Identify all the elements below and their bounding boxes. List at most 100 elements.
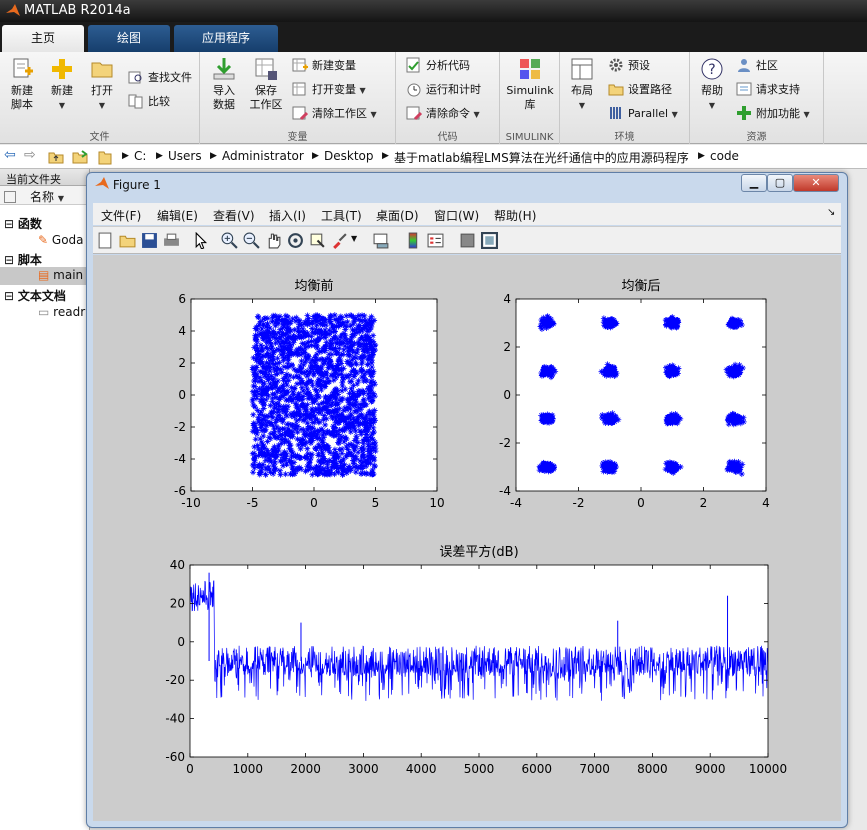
x-tick-label: -5 (247, 496, 259, 510)
tree-group-text-docs[interactable]: ⊟ 文本文档 (4, 287, 66, 304)
breadcrumb-item[interactable]: Desktop (324, 149, 374, 163)
menu-edit[interactable]: 编辑(E) (157, 207, 198, 224)
menu-tools[interactable]: 工具(T) (321, 207, 362, 224)
forward-arrow-icon[interactable]: ⇨ (24, 147, 36, 163)
y-tick-label: 40 (170, 558, 185, 572)
close-button[interactable]: ✕ (793, 174, 839, 192)
menu-file[interactable]: 文件(F) (101, 207, 141, 224)
maximize-button[interactable]: ▢ (767, 174, 793, 192)
address-bar: ⇦ ⇨ ▶ C: ▶ Users ▶ Administrator ▶ Deskt… (0, 145, 867, 169)
find-files-button[interactable]: 查找文件 (128, 68, 192, 88)
breadcrumb-separator: ▶ (122, 151, 129, 161)
colorbar-icon[interactable] (405, 232, 422, 249)
tab-plots[interactable]: 绘图 (88, 25, 170, 52)
new-script-icon (13, 58, 33, 78)
brush-icon[interactable] (331, 232, 348, 249)
axes-2: -4 -2 0 2 4 -4 -2 0 2 4 均衡后 (499, 279, 770, 510)
back-arrow-icon[interactable]: ⇦ (4, 147, 16, 163)
open-file-icon[interactable] (119, 232, 136, 249)
zoom-out-icon[interactable] (243, 232, 260, 249)
chart-title: 均衡后 (621, 279, 660, 294)
add-ons-button[interactable]: 附加功能 ▼ (736, 104, 810, 124)
name-column-header[interactable]: 名称 ▼ (0, 186, 89, 205)
zoom-in-icon[interactable] (221, 232, 238, 249)
community-button[interactable]: 社区 (736, 56, 778, 76)
save-workspace-button[interactable]: 保存 工作区 (246, 56, 286, 112)
breadcrumb-item[interactable]: 基于matlab编程LMS算法在光纤通信中的应用源码程序 (394, 149, 689, 166)
pointer-icon[interactable] (193, 232, 210, 249)
show-plot-tools-icon[interactable] (481, 232, 498, 249)
save-workspace-icon (255, 58, 277, 80)
preferences-button[interactable]: 预设 (608, 56, 650, 76)
breadcrumb-item[interactable]: Administrator (222, 149, 304, 163)
current-folder-panel: 当前文件夹 名称 ▼ ⊟ 函数 ✎ Goda ⊟ 脚本 ▤ main ⊟ 文本文… (0, 169, 90, 830)
print-icon[interactable] (163, 232, 180, 249)
analyze-code-button[interactable]: 分析代码 (406, 56, 470, 76)
list-item-selected[interactable]: ▤ main (0, 267, 90, 285)
tab-home[interactable]: 主页 (2, 25, 84, 52)
simulink-library-button[interactable]: Simulink 库 (504, 56, 556, 112)
menu-view[interactable]: 查看(V) (213, 207, 255, 224)
support-icon (736, 82, 752, 96)
list-item[interactable]: ✎ Goda (38, 233, 84, 247)
browse-folder-icon[interactable] (72, 149, 88, 165)
tree-group-functions[interactable]: ⊟ 函数 (4, 215, 42, 232)
x-tick-label: -10 (181, 496, 201, 510)
data-cursor-icon[interactable] (309, 232, 326, 249)
new-script-button[interactable]: 新建 脚本 (4, 56, 40, 112)
tree-group-scripts[interactable]: ⊟ 脚本 (4, 251, 42, 268)
chevron-down-icon[interactable]: ▼ (351, 234, 357, 243)
open-button[interactable]: 打开 ▼ (84, 56, 120, 113)
hide-plot-tools-icon[interactable] (459, 232, 476, 249)
compare-button[interactable]: 比较 (128, 92, 170, 112)
figure-toolbar: ▼ (93, 226, 841, 254)
simulink-library-icon (520, 59, 540, 79)
y-tick-label: 0 (178, 388, 186, 402)
new-button[interactable]: 新建 ▼ (44, 56, 80, 113)
new-figure-icon[interactable] (97, 232, 114, 249)
save-icon[interactable] (141, 232, 158, 249)
menu-insert[interactable]: 插入(I) (269, 207, 306, 224)
clear-workspace-button[interactable]: 清除工作区 ▼ (292, 104, 377, 124)
ribbon-tab-strip: 主页 绘图 应用程序 (0, 22, 867, 52)
menu-help[interactable]: 帮助(H) (494, 207, 536, 224)
chevron-down-icon: ▼ (57, 194, 64, 203)
layout-button[interactable]: 布局 ▼ (564, 56, 600, 113)
section-caption-code: 代码 (437, 132, 458, 143)
collapse-icon: ⊟ (4, 217, 15, 231)
legend-icon[interactable] (427, 232, 444, 249)
minimize-button[interactable]: ▁ (741, 174, 767, 192)
new-variable-button[interactable]: 新建变量 (292, 56, 356, 76)
breadcrumb-item[interactable]: Users (168, 149, 202, 163)
x-tick-label: 1000 (233, 762, 264, 776)
breadcrumb-item[interactable]: C: (134, 149, 146, 163)
help-button[interactable]: ? 帮助 ▼ (694, 56, 730, 113)
app-title-bar: MATLAB R2014a (0, 0, 867, 22)
open-variable-button[interactable]: 打开变量 ▼ (292, 80, 366, 100)
up-folder-icon[interactable] (48, 149, 64, 165)
chart-title: 均衡前 (294, 278, 333, 294)
set-path-button[interactable]: 设置路径 (608, 80, 672, 100)
open-variable-icon (292, 82, 306, 96)
rotate-3d-icon[interactable] (287, 232, 304, 249)
y-tick-label: 2 (178, 356, 186, 370)
tab-apps[interactable]: 应用程序 (174, 25, 278, 52)
run-and-time-button[interactable]: 运行和计时 (406, 80, 481, 100)
import-data-button[interactable]: 导入 数据 (206, 56, 242, 112)
pan-hand-icon[interactable] (265, 232, 282, 249)
chevron-down-icon: ▼ (578, 101, 586, 110)
section-caption-resources: 资源 (746, 132, 767, 143)
y-tick-label: -2 (174, 420, 186, 434)
request-support-button[interactable]: 请求支持 (736, 80, 800, 100)
list-item[interactable]: ▭ readr (38, 305, 85, 319)
x-tick-label: 2 (700, 496, 708, 510)
checkbox[interactable] (4, 191, 16, 203)
breadcrumb-item[interactable]: code (710, 149, 739, 163)
section-caption-simulink: SIMULINK (505, 132, 554, 143)
menu-window[interactable]: 窗口(W) (434, 207, 479, 224)
menu-desktop[interactable]: 桌面(D) (376, 207, 419, 224)
link-plot-icon[interactable] (373, 232, 390, 249)
parallel-button[interactable]: Parallel ▼ (608, 104, 678, 124)
clear-commands-button[interactable]: 清除命令 ▼ (406, 104, 480, 124)
dock-arrow-icon[interactable]: ↘ (827, 207, 835, 218)
